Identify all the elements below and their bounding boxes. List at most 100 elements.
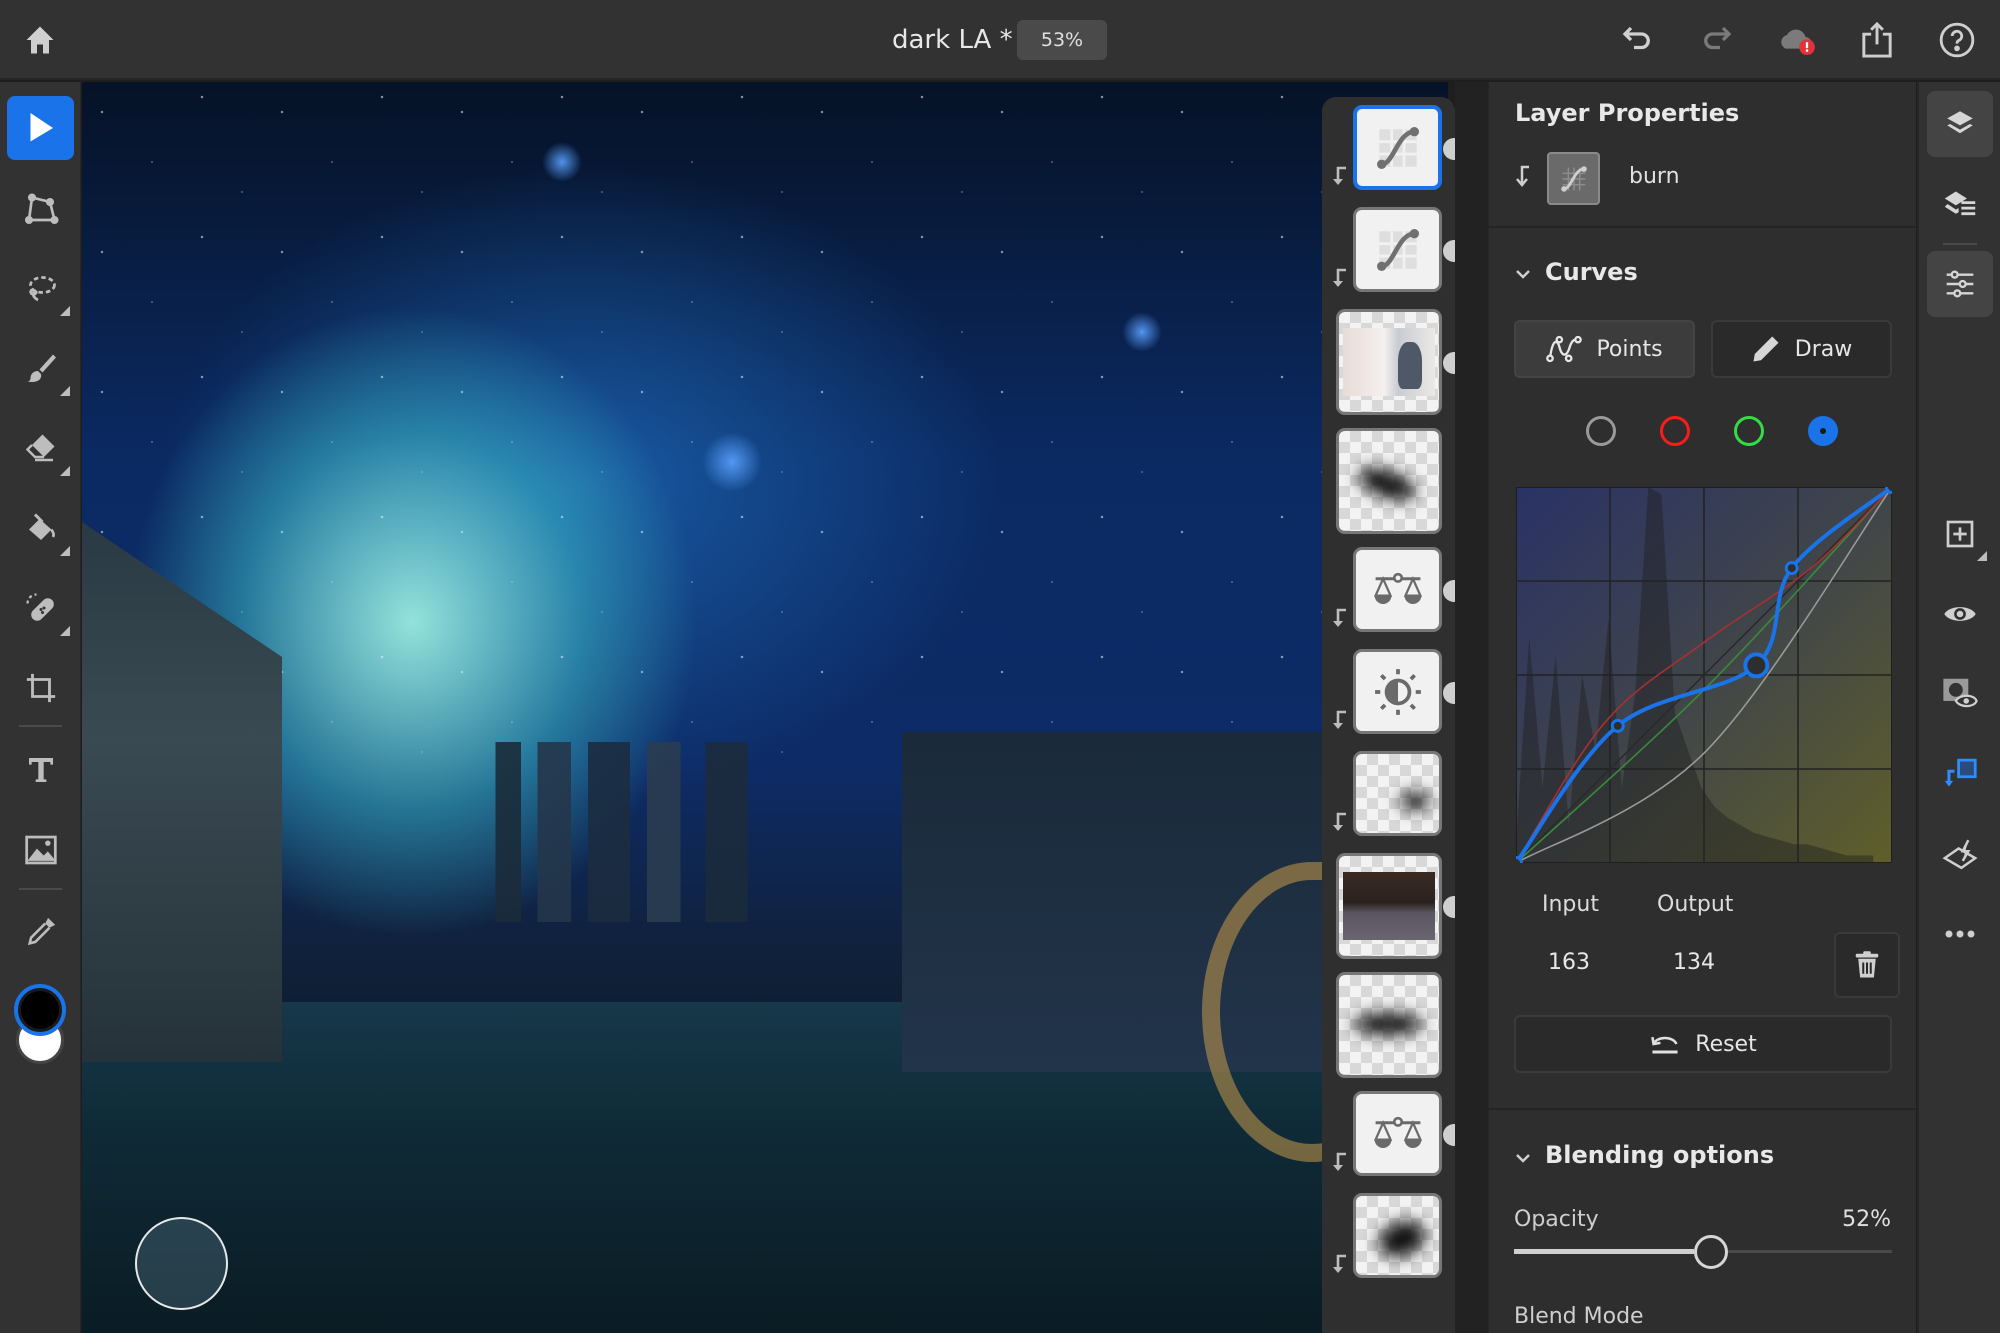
share-button[interactable] bbox=[1857, 20, 1897, 60]
layer-thumbnail-photo-living-room[interactable] bbox=[1336, 853, 1442, 959]
curve-point-selected[interactable] bbox=[1743, 652, 1770, 679]
mask-visibility-button[interactable] bbox=[1927, 661, 1993, 727]
home-icon bbox=[26, 26, 54, 54]
toggle-visibility-button[interactable] bbox=[1927, 581, 1993, 647]
undo-icon bbox=[1622, 26, 1650, 50]
layer-thumbnail-color-balance[interactable] bbox=[1353, 1091, 1442, 1176]
layer-expand-handle[interactable] bbox=[1443, 138, 1455, 160]
redo-icon bbox=[1704, 26, 1732, 50]
layer-expand-handle[interactable] bbox=[1443, 682, 1455, 704]
output-value[interactable]: 134 bbox=[1673, 950, 1715, 975]
draw-mode-button[interactable]: Draw bbox=[1711, 320, 1892, 378]
channel-green-radio[interactable] bbox=[1734, 416, 1764, 446]
canvas-light-orb bbox=[702, 432, 762, 492]
type-icon bbox=[28, 758, 53, 782]
crop-tool[interactable] bbox=[7, 656, 74, 720]
chevron-down-icon[interactable] bbox=[1513, 1148, 1533, 1168]
blending-section-title[interactable]: Blending options bbox=[1545, 1141, 1774, 1169]
transform-icon bbox=[24, 193, 59, 225]
lasso-tool[interactable] bbox=[7, 256, 74, 320]
layer-thumbnail-shadow-smudge[interactable] bbox=[1353, 751, 1442, 836]
layers-panel-button[interactable] bbox=[1927, 91, 1993, 157]
paint-bucket-tool[interactable] bbox=[7, 496, 74, 560]
redo-button[interactable] bbox=[1697, 20, 1737, 60]
input-value[interactable]: 163 bbox=[1548, 950, 1590, 975]
input-label: Input bbox=[1542, 892, 1599, 917]
brush-tool[interactable] bbox=[7, 336, 74, 400]
eraser-icon bbox=[25, 434, 54, 462]
layer-expand-handle[interactable] bbox=[1443, 352, 1455, 374]
layer-expand-handle[interactable] bbox=[1443, 1124, 1455, 1146]
clipping-mask-button[interactable] bbox=[1927, 741, 1993, 807]
eraser-tool[interactable] bbox=[7, 416, 74, 480]
document-title[interactable]: dark LA * bbox=[892, 22, 1013, 58]
opacity-slider[interactable] bbox=[1514, 1234, 1892, 1270]
curve-point[interactable] bbox=[1784, 561, 1799, 576]
section-divider bbox=[1489, 226, 1917, 228]
canvas-light-orb bbox=[1122, 312, 1162, 352]
paint-bucket-icon bbox=[28, 513, 55, 540]
transform-tool[interactable] bbox=[7, 176, 74, 240]
curve-point[interactable] bbox=[1885, 487, 1893, 494]
curves-graph[interactable] bbox=[1516, 487, 1892, 863]
help-icon bbox=[1939, 22, 1975, 58]
points-mode-button[interactable]: Points bbox=[1514, 320, 1695, 378]
help-button[interactable] bbox=[1937, 20, 1977, 60]
foreground-color-swatch[interactable] bbox=[14, 984, 66, 1036]
layer-thumbnail-color-balance[interactable] bbox=[1353, 547, 1442, 632]
layer-properties-icon bbox=[1944, 191, 1976, 216]
layer-expand-handle[interactable] bbox=[1443, 896, 1455, 918]
curves-section-title[interactable]: Curves bbox=[1545, 258, 1638, 286]
slider-thumb[interactable] bbox=[1693, 1235, 1728, 1269]
layer-thumbnail-shadow-blob[interactable] bbox=[1353, 1193, 1442, 1278]
quick-actions-button[interactable] bbox=[1927, 821, 1993, 887]
layer-name[interactable]: burn bbox=[1629, 164, 1680, 189]
layer-thumbnail-photo-boy-window[interactable] bbox=[1336, 309, 1442, 415]
photo-figure bbox=[1398, 341, 1423, 390]
layer-thumbnail-shadow-brush-2[interactable] bbox=[1336, 972, 1442, 1078]
lasso-icon bbox=[28, 276, 56, 302]
layer-properties-button[interactable] bbox=[1927, 171, 1993, 237]
layer-thumbnail-curves[interactable] bbox=[1353, 105, 1442, 190]
layer-expand-handle[interactable] bbox=[1443, 580, 1455, 602]
tools-panel bbox=[0, 82, 81, 1333]
add-layer-button[interactable] bbox=[1927, 501, 1993, 567]
eyedropper-tool[interactable] bbox=[7, 900, 74, 964]
zoom-level-badge[interactable]: 53% bbox=[1017, 20, 1107, 60]
opacity-value[interactable]: 52% bbox=[1842, 1207, 1891, 1232]
healing-tool[interactable] bbox=[7, 576, 74, 640]
reset-button[interactable]: Reset bbox=[1514, 1015, 1892, 1073]
type-tool[interactable] bbox=[7, 738, 74, 802]
chevron-down-icon[interactable] bbox=[1513, 264, 1533, 284]
layer-photo-preview bbox=[1343, 328, 1435, 396]
channel-blue-radio[interactable] bbox=[1808, 416, 1838, 446]
layer-thumbnail-brightness-contrast[interactable] bbox=[1353, 649, 1442, 734]
document-canvas[interactable] bbox=[82, 82, 1448, 1333]
cloud-sync-button[interactable] bbox=[1777, 20, 1817, 60]
image-icon bbox=[24, 835, 57, 865]
layer-expand-handle[interactable] bbox=[1443, 240, 1455, 262]
submenu-indicator bbox=[60, 546, 70, 556]
layer-thumbnail-shadow-brush[interactable] bbox=[1336, 428, 1442, 534]
color-balance-icon bbox=[1373, 572, 1422, 604]
adjustments-button[interactable] bbox=[1927, 251, 1993, 317]
delete-point-button[interactable] bbox=[1834, 932, 1900, 998]
clipping-mask-icon bbox=[1944, 758, 1977, 787]
select-tool[interactable] bbox=[7, 96, 74, 160]
clipping-arrow-icon bbox=[1333, 1254, 1346, 1273]
brush-stroke-preview bbox=[1353, 1013, 1423, 1035]
undo-button[interactable] bbox=[1617, 20, 1657, 60]
eyedropper-icon bbox=[27, 917, 55, 946]
layer-properties-panel: Layer Properties burn Curves Points Draw… bbox=[1488, 82, 1917, 1333]
color-balance-icon bbox=[1373, 1116, 1422, 1148]
more-options-button[interactable] bbox=[1927, 901, 1993, 967]
channel-rgb-radio[interactable] bbox=[1586, 416, 1616, 446]
layer-thumbnail[interactable] bbox=[1547, 152, 1600, 205]
curve-point[interactable] bbox=[1516, 856, 1523, 864]
place-image-tool[interactable] bbox=[7, 818, 74, 882]
layer-thumbnail-curves[interactable] bbox=[1353, 207, 1442, 292]
home-button[interactable] bbox=[20, 20, 60, 60]
channel-red-radio[interactable] bbox=[1660, 416, 1690, 446]
curve-point[interactable] bbox=[1610, 718, 1625, 733]
touch-shortcut-button[interactable] bbox=[135, 1217, 228, 1310]
